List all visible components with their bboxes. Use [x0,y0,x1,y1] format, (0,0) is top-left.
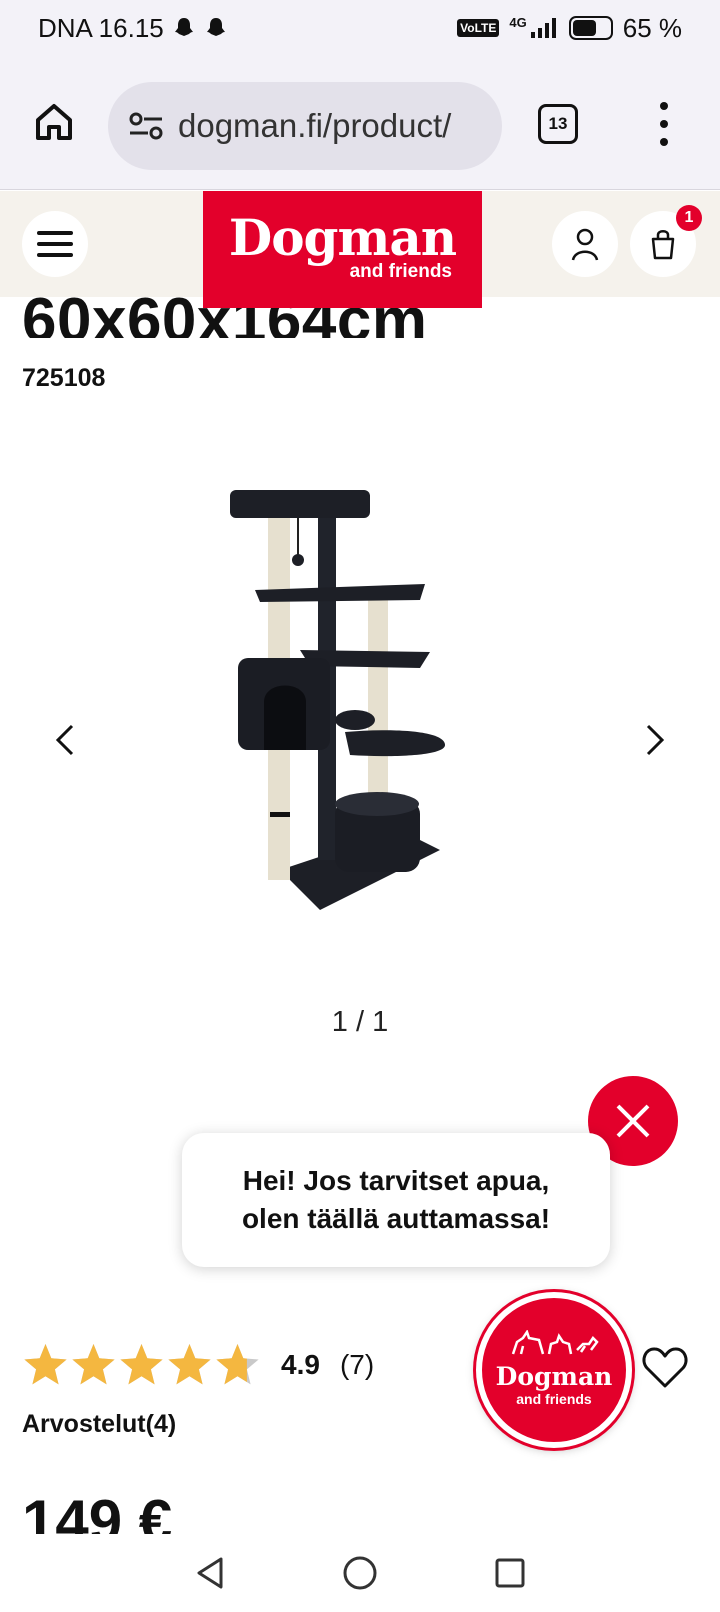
rating-stars [22,1342,261,1388]
address-bar[interactable]: dogman.fi/product/ [108,82,502,170]
star-icon [216,1344,259,1385]
signal-icon [530,18,556,38]
user-icon [571,228,599,261]
status-bar: DNA 16.15 VoLTE 4G 65 % [0,0,720,56]
tabs-icon[interactable]: 13 [538,104,578,144]
more-icon[interactable] [654,102,674,146]
ghost-icon [206,18,225,36]
star-icon [72,1344,115,1385]
home-icon[interactable] [32,100,76,144]
rating-score: 4.9 [281,1349,320,1380]
back-button[interactable] [190,1553,230,1593]
logo-wordmark: Dogman [228,208,457,267]
chevron-left-icon[interactable] [50,720,80,760]
product-image[interactable] [220,470,480,920]
star-icon [120,1344,163,1385]
cart-count-badge: 1 [676,205,702,231]
home-nav-button[interactable] [340,1553,380,1593]
launcher-wordmark: Dogman [495,1362,613,1391]
volte-badge: VoLTE [457,19,500,37]
battery-icon [568,16,613,40]
star-icon [24,1344,67,1385]
menu-button[interactable] [22,211,88,277]
battery-percent: 65 % [622,12,682,43]
star-icon [168,1344,211,1385]
home-circle-icon [343,1556,377,1590]
cart-button[interactable]: 1 [630,205,702,277]
gallery-counter: 1 / 1 [331,1006,389,1038]
product-rating[interactable]: 4.9 (7) [22,1342,374,1388]
heart-icon[interactable] [642,1346,688,1390]
reviews-link[interactable]: Arvostelut(4) [22,1410,176,1439]
product-price: 149 € [22,1492,173,1534]
pets-logo-icon [511,1330,599,1355]
browser-toolbar: dogman.fi/product/ 13 [0,56,720,190]
site-logo[interactable]: Dogman and friends [203,191,482,308]
back-icon [197,1557,223,1589]
carrier-time: DNA 16.15 [38,12,164,43]
product-gallery: 1 / 1 [0,440,720,1040]
bag-icon [651,230,675,260]
system-nav-bar [0,1534,720,1612]
rating-count: (7) [339,1349,375,1380]
chevron-right-icon[interactable] [640,720,670,760]
chat-greeting-bubble[interactable]: Hei! Jos tarvitset apua, olen täällä aut… [182,1133,610,1267]
site-settings-icon[interactable] [128,111,164,141]
product-sku: 725108 [22,364,106,392]
close-icon [616,1104,650,1138]
network-type: 4G [509,14,527,30]
recents-icon [495,1558,525,1588]
chat-message-line1: Hei! Jos tarvitset apua, [242,1165,550,1196]
launcher-tagline: and friends [516,1391,592,1407]
hamburger-icon [37,231,73,257]
ghost-icon [174,18,193,36]
recents-button[interactable] [490,1553,530,1593]
account-button[interactable] [552,211,618,277]
chat-message-line2: olen täällä auttamassa! [241,1203,551,1234]
chat-launcher-button[interactable]: Dogman and friends [476,1292,632,1448]
url-text: dogman.fi/product/ [178,107,452,144]
